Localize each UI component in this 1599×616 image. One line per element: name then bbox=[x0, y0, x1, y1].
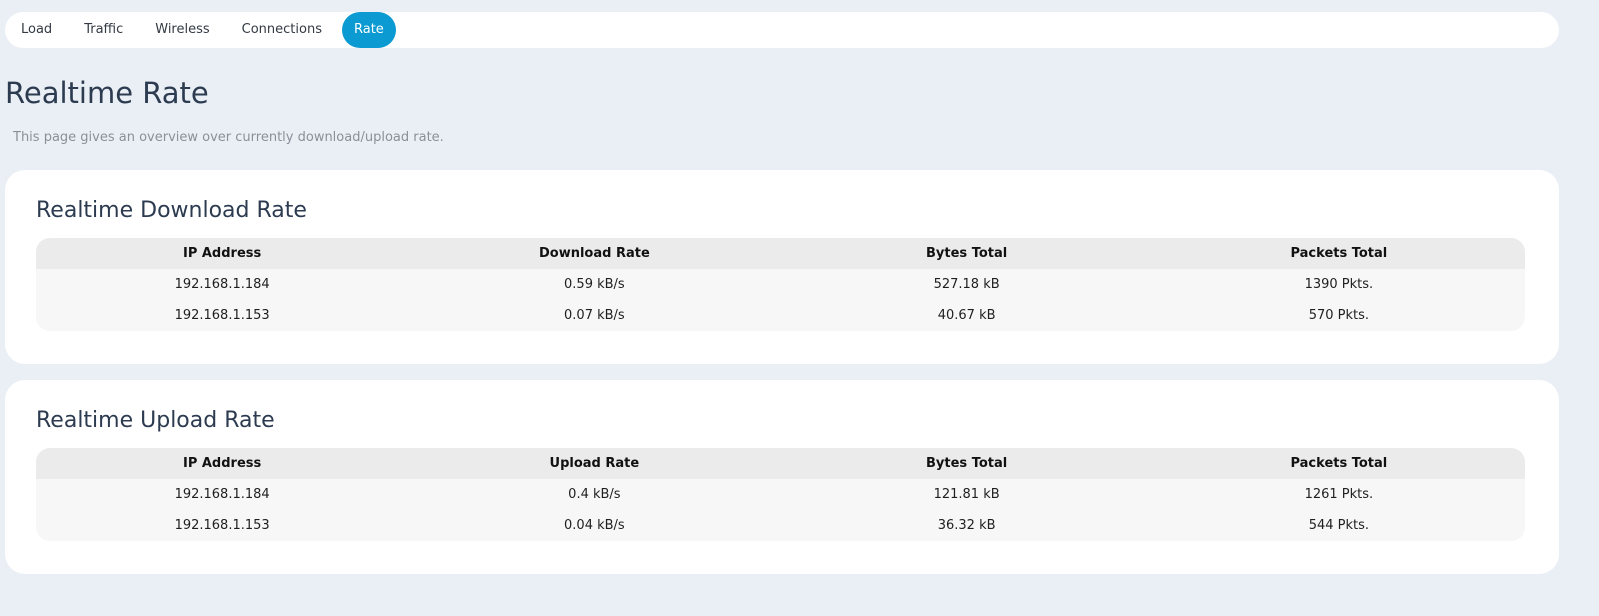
cell-bytes-total: 36.32 kB bbox=[937, 518, 996, 533]
table-row: 192.168.1.184 0.59 kB/s 527.18 kB 1390 P… bbox=[36, 269, 1525, 300]
cell-ip-address: 192.168.1.153 bbox=[174, 308, 270, 323]
table-row: 192.168.1.184 0.4 kB/s 121.81 kB 1261 Pk… bbox=[36, 479, 1525, 510]
tab-wireless[interactable]: Wireless bbox=[145, 12, 219, 48]
page-description: This page gives an overview over current… bbox=[13, 130, 444, 145]
cell-download-rate: 0.59 kB/s bbox=[564, 277, 625, 292]
upload-rate-table: IP Address Upload Rate Bytes Total Packe… bbox=[36, 448, 1525, 541]
cell-upload-rate: 0.04 kB/s bbox=[564, 518, 625, 533]
cell-ip-address: 192.168.1.184 bbox=[174, 487, 270, 502]
upload-rate-title: Realtime Upload Rate bbox=[36, 408, 275, 433]
column-header-upload-rate: Upload Rate bbox=[549, 456, 640, 471]
column-header-bytes-total: Bytes Total bbox=[926, 246, 1008, 261]
cell-upload-rate: 0.4 kB/s bbox=[568, 487, 621, 502]
cell-bytes-total: 527.18 kB bbox=[933, 277, 1000, 292]
cell-packets-total: 1261 Pkts. bbox=[1304, 487, 1374, 502]
download-rate-title: Realtime Download Rate bbox=[36, 198, 307, 223]
cell-packets-total: 1390 Pkts. bbox=[1304, 277, 1374, 292]
cell-bytes-total: 121.81 kB bbox=[933, 487, 1000, 502]
tab-bar: Load Traffic Wireless Connections Rate bbox=[5, 12, 1559, 48]
cell-packets-total: 570 Pkts. bbox=[1308, 308, 1370, 323]
column-header-bytes-total: Bytes Total bbox=[926, 456, 1008, 471]
upload-rate-section: Realtime Upload Rate IP Address Upload R… bbox=[5, 380, 1559, 574]
tab-load[interactable]: Load bbox=[11, 12, 62, 48]
column-header-download-rate: Download Rate bbox=[538, 246, 650, 261]
tab-traffic[interactable]: Traffic bbox=[74, 12, 133, 48]
column-header-ip-address: IP Address bbox=[182, 246, 262, 261]
column-header-ip-address: IP Address bbox=[182, 456, 262, 471]
tab-connections[interactable]: Connections bbox=[232, 12, 332, 48]
table-row: 192.168.1.153 0.07 kB/s 40.67 kB 570 Pkt… bbox=[36, 300, 1525, 331]
cell-ip-address: 192.168.1.184 bbox=[174, 277, 270, 292]
cell-ip-address: 192.168.1.153 bbox=[174, 518, 270, 533]
download-rate-table: IP Address Download Rate Bytes Total Pac… bbox=[36, 238, 1525, 331]
download-rate-section: Realtime Download Rate IP Address Downlo… bbox=[5, 170, 1559, 364]
page-title: Realtime Rate bbox=[5, 76, 209, 110]
column-header-packets-total: Packets Total bbox=[1290, 456, 1388, 471]
column-header-packets-total: Packets Total bbox=[1290, 246, 1388, 261]
table-row: 192.168.1.153 0.04 kB/s 36.32 kB 544 Pkt… bbox=[36, 510, 1525, 541]
cell-download-rate: 0.07 kB/s bbox=[564, 308, 625, 323]
table-header-row: IP Address Download Rate Bytes Total Pac… bbox=[36, 238, 1525, 269]
cell-bytes-total: 40.67 kB bbox=[937, 308, 996, 323]
tab-rate[interactable]: Rate bbox=[342, 12, 396, 48]
table-header-row: IP Address Upload Rate Bytes Total Packe… bbox=[36, 448, 1525, 479]
cell-packets-total: 544 Pkts. bbox=[1308, 518, 1370, 533]
